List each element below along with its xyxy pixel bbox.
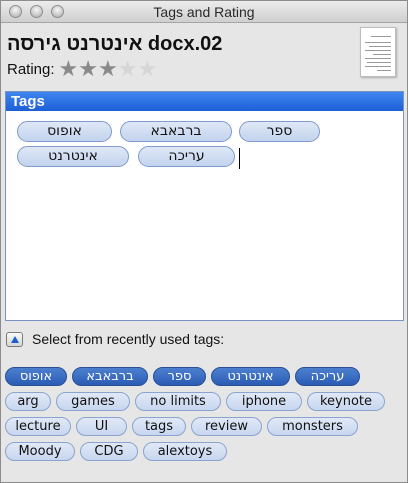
tag-chip[interactable]: ספר — [239, 121, 320, 142]
recent-tag-selected[interactable]: אופוס — [5, 367, 67, 386]
recent-tags-label: Select from recently used tags: — [32, 331, 225, 347]
recent-tag[interactable]: alextoys — [143, 442, 227, 461]
rating-row: Rating: ★ ★ ★ ★ ★ — [7, 58, 158, 80]
recent-tag[interactable]: monsters — [267, 417, 358, 436]
document-thumbnail — [360, 27, 396, 77]
recent-tag[interactable]: CDG — [80, 442, 138, 461]
recent-tags-toggle-row: Select from recently used tags: — [6, 331, 224, 347]
tags-header: Tags — [6, 92, 403, 111]
recent-tag[interactable]: games — [56, 392, 130, 411]
document-title: אינטרנט גירסה docx.02 — [7, 33, 223, 55]
tag-chip[interactable]: עריכה — [138, 146, 235, 167]
recent-tag-selected[interactable]: ברבאבא — [72, 367, 148, 386]
tag-chip[interactable]: אופוס — [17, 121, 112, 142]
recent-tag[interactable]: iphone — [226, 392, 302, 411]
recent-tag[interactable]: arg — [5, 392, 51, 411]
rating-label: Rating: — [7, 60, 55, 78]
window-title: Tags and Rating — [153, 4, 255, 20]
tag-chip[interactable]: ברבאבא — [120, 121, 232, 142]
tags-and-rating-window: Tags and Rating אינטרנט גירסה docx.02 Ra… — [0, 0, 408, 483]
recent-tag[interactable]: review — [191, 417, 262, 436]
star-icon[interactable]: ★ — [137, 58, 157, 80]
recent-tag-selected[interactable]: ספר — [153, 367, 206, 386]
recent-tag[interactable]: keynote — [307, 392, 385, 411]
star-icon[interactable]: ★ — [98, 58, 118, 80]
recent-tag[interactable]: Moody — [5, 442, 75, 461]
recent-tag-selected[interactable]: עריכה — [295, 367, 360, 386]
recent-tag[interactable]: lecture — [5, 417, 71, 436]
star-icon[interactable]: ★ — [78, 58, 98, 80]
rating-stars[interactable]: ★ ★ ★ ★ ★ — [59, 58, 158, 80]
title-bar[interactable]: Tags and Rating — [1, 1, 407, 23]
star-icon[interactable]: ★ — [59, 58, 79, 80]
star-icon[interactable]: ★ — [118, 58, 138, 80]
recent-tag[interactable]: UI — [76, 417, 127, 436]
recent-tag[interactable]: no limits — [135, 392, 221, 411]
text-cursor — [239, 148, 240, 169]
disclosure-triangle-icon[interactable] — [6, 331, 23, 347]
recent-tag-selected[interactable]: אינטרנט — [211, 367, 290, 386]
tag-chip[interactable]: אינטרנט — [17, 146, 129, 167]
recent-tag[interactable]: tags — [132, 417, 186, 436]
